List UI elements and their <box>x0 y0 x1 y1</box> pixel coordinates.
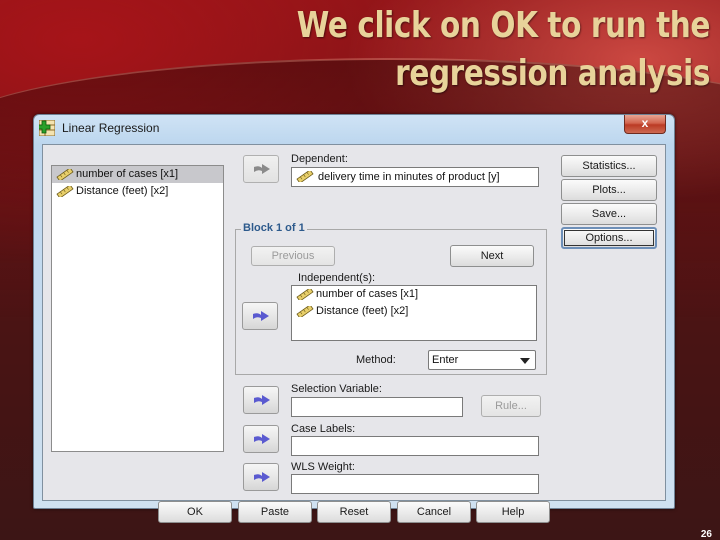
window-title: Linear Regression <box>62 121 160 135</box>
method-label: Method: <box>356 354 396 366</box>
right-arrow-icon <box>254 472 270 482</box>
independents-label: Independent(s): <box>298 272 376 284</box>
independent-label: Distance (feet) [x2] <box>316 305 409 317</box>
help-button[interactable]: Help <box>476 501 550 523</box>
slide-title: We click on OK to run the regression ana… <box>296 5 711 94</box>
case-labels-field[interactable] <box>291 436 539 456</box>
independent-item-x2[interactable]: Distance (feet) [x2] <box>292 303 536 320</box>
move-to-case-labels-button[interactable] <box>243 425 279 453</box>
variable-item-x2[interactable]: Distance (feet) [x2] <box>52 183 223 200</box>
next-button[interactable]: Next <box>450 245 534 267</box>
variable-item-x1[interactable]: number of cases [x1] <box>52 166 223 183</box>
right-arrow-icon <box>254 164 270 174</box>
selection-variable-field[interactable] <box>291 397 463 417</box>
right-arrow-icon <box>254 434 270 444</box>
scale-ruler-icon <box>296 171 314 182</box>
independents-list[interactable]: number of cases [x1] Distance (feet) [x2… <box>291 285 537 341</box>
title-bar: Linear Regression x <box>34 115 674 143</box>
options-button[interactable]: Options... <box>561 227 657 249</box>
source-variable-list[interactable]: number of cases [x1] Distance (feet) [x2… <box>51 165 224 452</box>
paste-button[interactable]: Paste <box>238 501 312 523</box>
dropdown-caret-icon <box>520 358 530 364</box>
save-button[interactable]: Save... <box>561 203 657 225</box>
options-label: Options... <box>564 230 654 246</box>
move-to-wls-weight-button[interactable] <box>243 463 279 491</box>
move-to-dependent-button[interactable] <box>243 155 279 183</box>
block-title: Block 1 of 1 <box>241 222 307 234</box>
reset-button[interactable]: Reset <box>317 501 391 523</box>
selection-variable-label: Selection Variable: <box>291 383 382 395</box>
wls-weight-label: WLS Weight: <box>291 461 355 473</box>
variable-label: Distance (feet) [x2] <box>76 185 169 197</box>
move-to-selection-variable-button[interactable] <box>243 386 279 414</box>
dependent-value: delivery time in minutes of product [y] <box>318 171 500 183</box>
ok-button[interactable]: OK <box>158 501 232 523</box>
case-labels-label: Case Labels: <box>291 423 356 435</box>
linear-regression-dialog: Linear Regression x number of cases [x1]… <box>33 114 675 523</box>
right-arrow-icon <box>254 395 270 405</box>
wls-weight-field[interactable] <box>291 474 539 494</box>
method-select[interactable]: Enter <box>428 350 536 370</box>
dialog-client-area: number of cases [x1] Distance (feet) [x2… <box>42 144 666 523</box>
block-group: Block 1 of 1 Previous Next Independent(s… <box>235 222 547 375</box>
scale-ruler-icon <box>56 169 74 180</box>
scale-ruler-icon <box>56 186 74 197</box>
independent-label: number of cases [x1] <box>316 288 419 300</box>
dependent-label: Dependent: <box>291 153 348 165</box>
method-value: Enter <box>432 354 459 366</box>
scale-ruler-icon <box>296 306 314 317</box>
move-to-independents-button[interactable] <box>242 302 278 330</box>
independent-item-x1[interactable]: number of cases [x1] <box>292 286 536 303</box>
variable-label: number of cases [x1] <box>76 168 179 180</box>
rule-button[interactable]: Rule... <box>481 395 541 417</box>
right-arrow-icon <box>253 311 269 321</box>
spss-app-icon <box>39 120 55 136</box>
scale-ruler-icon <box>296 289 314 300</box>
previous-button[interactable]: Previous <box>251 246 335 266</box>
page-number: 26 <box>700 529 712 540</box>
cancel-button[interactable]: Cancel <box>397 501 471 523</box>
dependent-field[interactable]: delivery time in minutes of product [y] <box>291 167 539 187</box>
close-button[interactable]: x <box>624 115 666 134</box>
statistics-button[interactable]: Statistics... <box>561 155 657 177</box>
plots-button[interactable]: Plots... <box>561 179 657 201</box>
